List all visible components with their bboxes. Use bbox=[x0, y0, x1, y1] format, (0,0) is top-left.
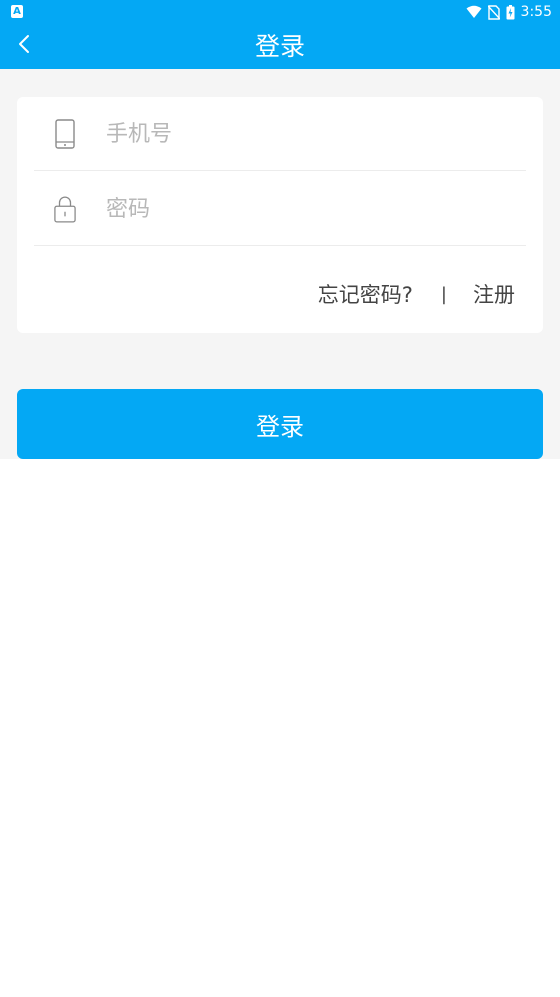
forgot-password-link[interactable]: 忘记密码? bbox=[318, 279, 413, 309]
no-sim-icon bbox=[487, 4, 500, 20]
battery-charging-icon bbox=[506, 4, 515, 20]
login-screen: A 3:55 登录 手机号 忘记密码? | 注册 登录 bbox=[0, 0, 560, 997]
login-button[interactable]: 登录 bbox=[17, 389, 543, 459]
status-indicators: 3:55 bbox=[466, 3, 552, 21]
app-bar: 登录 bbox=[0, 24, 560, 69]
password-input[interactable] bbox=[106, 190, 506, 228]
phone-icon bbox=[54, 119, 76, 149]
chevron-left-icon bbox=[17, 33, 31, 59]
password-row bbox=[34, 172, 526, 246]
notification-app-icon: A bbox=[11, 5, 23, 18]
phone-input[interactable] bbox=[106, 115, 506, 153]
wifi-icon bbox=[466, 5, 482, 19]
lock-icon bbox=[54, 194, 76, 224]
auth-links: 忘记密码? | 注册 bbox=[318, 279, 515, 309]
register-link[interactable]: 注册 bbox=[473, 279, 515, 309]
status-bar: A 3:55 bbox=[0, 0, 560, 24]
login-form-card: 忘记密码? | 注册 bbox=[17, 97, 543, 333]
page-title: 登录 bbox=[254, 32, 305, 61]
phone-row bbox=[34, 97, 526, 171]
status-time: 3:55 bbox=[520, 4, 552, 20]
links-divider: | bbox=[440, 283, 447, 305]
back-button[interactable] bbox=[8, 30, 40, 62]
